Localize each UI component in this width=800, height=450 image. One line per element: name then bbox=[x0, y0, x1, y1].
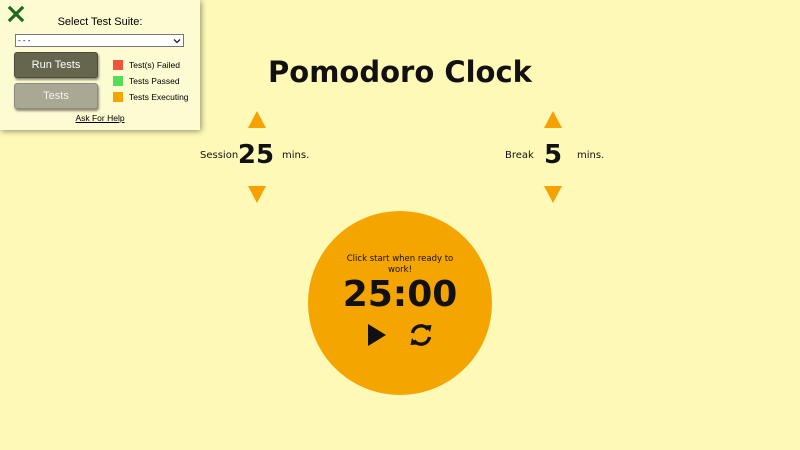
test-suite-select[interactable]: - - - bbox=[15, 34, 184, 47]
legend-label: Tests Executing bbox=[129, 92, 189, 102]
session-unit: mins. bbox=[282, 150, 310, 161]
refresh-icon[interactable] bbox=[408, 322, 434, 348]
legend-item-executing: Tests Executing bbox=[113, 89, 189, 105]
session-decrement-icon[interactable] bbox=[248, 186, 266, 203]
break-label: Break bbox=[505, 150, 534, 161]
suite-selected-value: - - - bbox=[18, 36, 31, 45]
chevron-down-icon bbox=[173, 38, 181, 43]
session-increment-icon[interactable] bbox=[248, 111, 266, 128]
timer-display: 25:00 bbox=[342, 274, 458, 315]
break-unit: mins. bbox=[577, 150, 605, 161]
play-icon[interactable] bbox=[366, 323, 388, 347]
ask-for-help-link[interactable]: Ask For Help bbox=[0, 113, 200, 123]
session-length: 25 bbox=[237, 140, 275, 170]
executing-swatch bbox=[113, 92, 123, 102]
timer-message: Click start when ready to work! bbox=[346, 254, 454, 275]
session-label: Session bbox=[200, 150, 239, 161]
break-decrement-icon[interactable] bbox=[544, 186, 562, 203]
break-length: 5 bbox=[543, 140, 563, 170]
app-title: Pomodoro Clock bbox=[268, 55, 532, 89]
suite-label: Select Test Suite: bbox=[57, 16, 143, 28]
timer-circle: Click start when ready to work! 25:00 bbox=[308, 211, 492, 395]
break-increment-icon[interactable] bbox=[544, 111, 562, 128]
